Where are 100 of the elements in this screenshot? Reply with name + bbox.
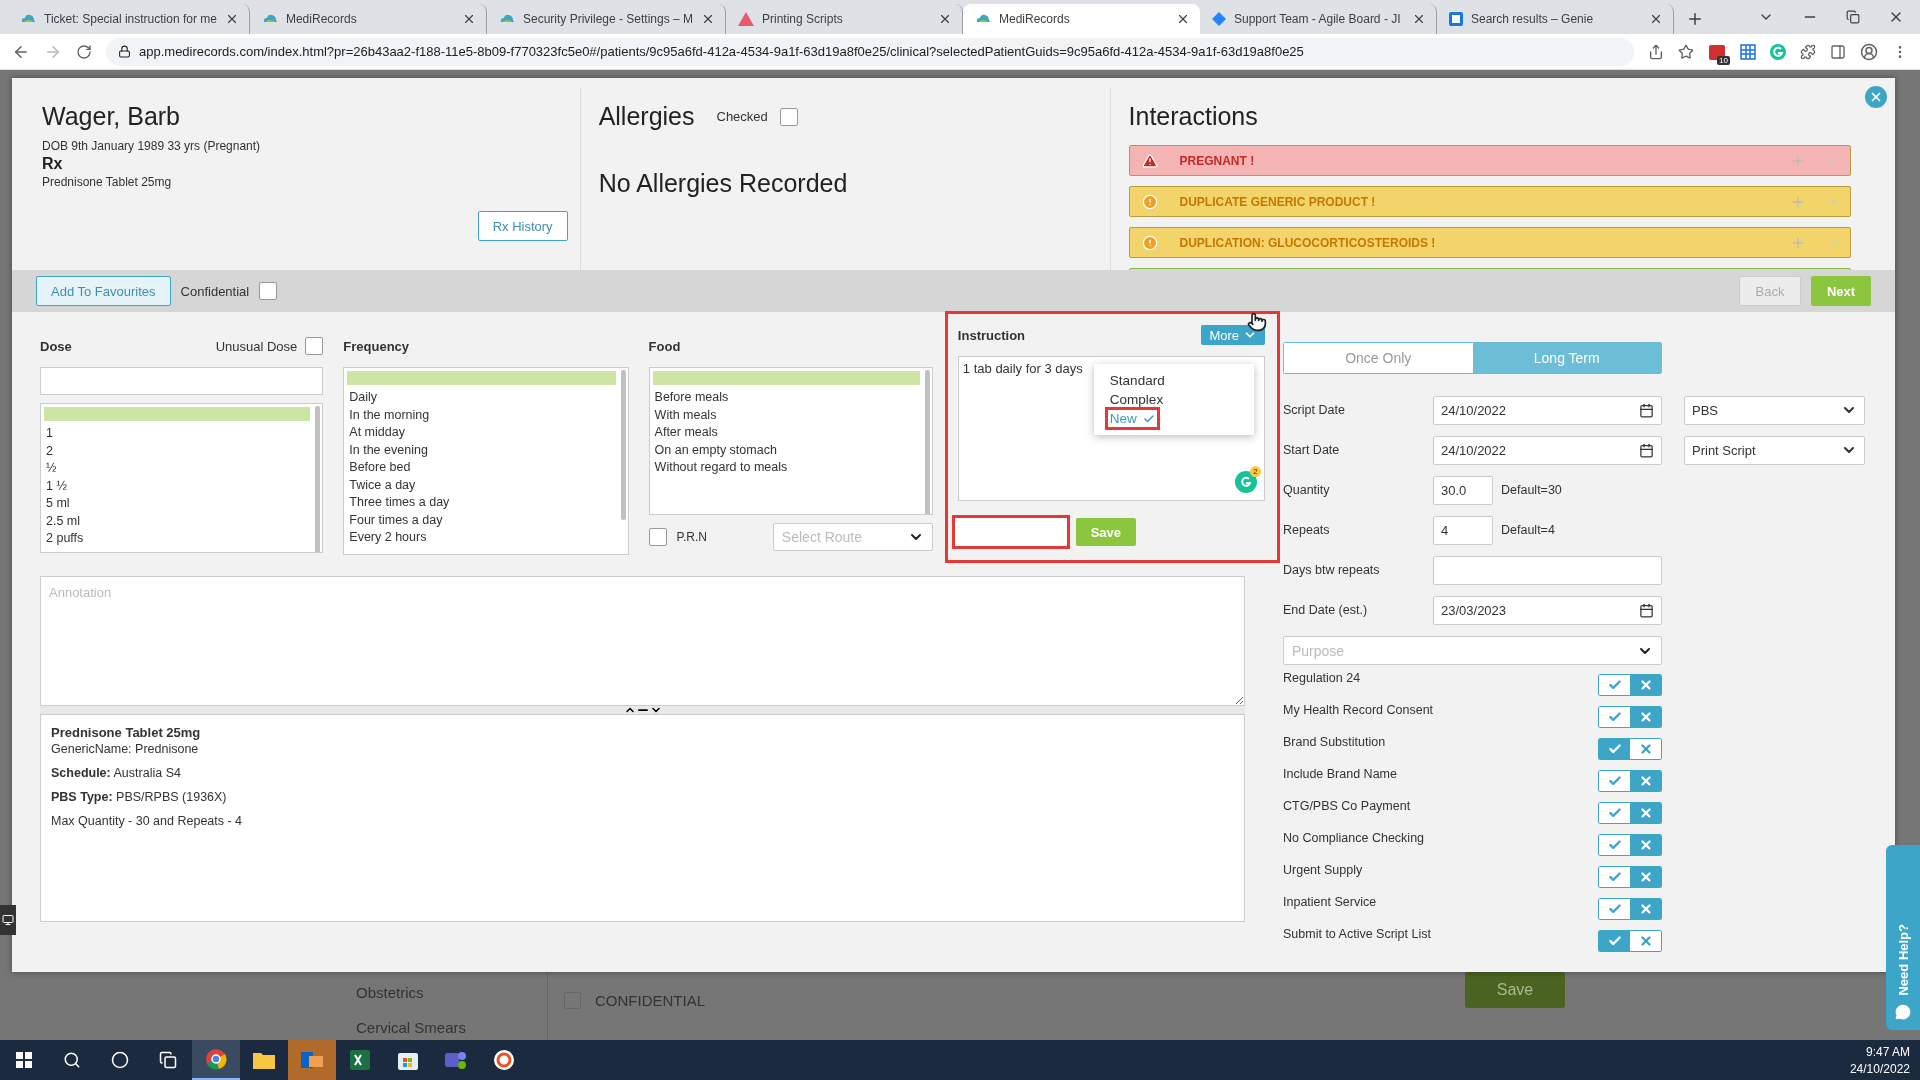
list-option[interactable]: Every 2 hours: [347, 529, 616, 547]
dose-input[interactable]: [40, 367, 324, 395]
store-icon[interactable]: [398, 1050, 418, 1070]
start-icon[interactable]: [16, 1052, 32, 1068]
rx-history-button[interactable]: Rx History: [477, 211, 568, 241]
exclamation-circle-icon: [1141, 193, 1158, 210]
list-option[interactable]: In the evening: [347, 441, 616, 459]
dose-title: Dose: [40, 338, 72, 354]
checkbox[interactable]: [305, 337, 324, 355]
list-option[interactable]: At midday: [347, 424, 616, 442]
instruction-title: Instruction: [957, 327, 1026, 343]
tab-title: Search results – Genie: [1471, 12, 1595, 26]
extensions-icon[interactable]: [1800, 43, 1816, 60]
close-icon[interactable]: [1412, 12, 1426, 26]
menu-item[interactable]: Complex: [1107, 391, 1166, 408]
scrollbar-thumb[interactable]: [620, 370, 626, 520]
taskbar-button[interactable]: [192, 1040, 240, 1080]
star-icon[interactable]: [1678, 43, 1694, 60]
yes-no-toggle[interactable]: [1598, 674, 1662, 696]
yes-no-toggle[interactable]: [1598, 802, 1662, 824]
close-icon[interactable]: [938, 12, 952, 26]
list-option[interactable]: Before bed: [347, 459, 616, 477]
restore-icon[interactable]: [1846, 10, 1860, 24]
close-icon[interactable]: [1649, 12, 1663, 26]
close-icon[interactable]: [701, 12, 715, 26]
print-option-select[interactable]: Print Script: [1684, 435, 1865, 465]
instruction-name-input[interactable]: [951, 515, 1070, 549]
yes-no-toggle[interactable]: [1598, 866, 1662, 888]
team-chat-icon[interactable]: [445, 1050, 467, 1070]
address-field[interactable]: app.medirecords.com/index.html?pr=26b43aa2-f188-11e5-8b09-f770323fc5e0#/patients/9c95a6fd-412a-4534-9a1f-63d19a8f0e25/clinical?selectedPatientGuids=9c95a6fd-412a-4534-9a1f-63d19a8f0e25: [106, 37, 1634, 66]
yes-no-toggle[interactable]: [1598, 834, 1662, 856]
spreadsheet-app-icon[interactable]: [350, 1050, 370, 1070]
grid-extension-icon[interactable]: [1740, 43, 1756, 60]
letter-g-circle-icon[interactable]: [1235, 471, 1257, 493]
list-option[interactable]: 1: [44, 425, 311, 443]
reload-icon[interactable]: [76, 43, 92, 60]
list-option[interactable]: In the morning: [347, 406, 616, 424]
option-list[interactable]: Daily In the morning At midday In the evening Before bed Twice a day Three times a day Four times a day Every 2 hours: [343, 367, 629, 555]
side-tab[interactable]: [0, 905, 16, 935]
option-list[interactable]: 1 2 ½ 1 ½ 5 ml 2.5 ml 2 puffs: [40, 403, 324, 553]
list-option[interactable]: 2 puffs: [44, 530, 311, 548]
repeats-field[interactable]: 4: [1433, 515, 1493, 545]
calendar-icon[interactable]: [1639, 602, 1654, 618]
date-field[interactable]: 23/03/2023: [1433, 595, 1662, 625]
splitter-handle[interactable]: [40, 706, 1245, 714]
script-type-select[interactable]: PBS: [1684, 395, 1865, 425]
list-option[interactable]: 2: [44, 442, 311, 460]
calendar-icon[interactable]: [1639, 402, 1654, 418]
scrollbar-thumb[interactable]: [315, 406, 321, 552]
app-icon[interactable]: [493, 1049, 515, 1071]
check-icon: [1607, 838, 1622, 852]
date-field[interactable]: 24/10/2022: [1433, 395, 1662, 425]
new-tab-icon[interactable]: [1686, 10, 1704, 28]
side-panel-icon[interactable]: [1830, 43, 1846, 60]
list-option[interactable]: 1 ½: [44, 477, 311, 495]
circle-icon[interactable]: [111, 1051, 129, 1069]
list-option[interactable]: With meals: [652, 406, 920, 424]
menu-item[interactable]: Standard: [1107, 372, 1167, 389]
confidential-label: Confidential: [180, 283, 250, 299]
yes-no-toggle[interactable]: [1598, 898, 1662, 920]
close-button[interactable]: [1865, 86, 1887, 108]
folder-icon[interactable]: [253, 1051, 275, 1069]
circle-extension-icon[interactable]: [1770, 43, 1786, 60]
date-field[interactable]: 24/10/2022: [1433, 435, 1662, 465]
scrollbar-thumb[interactable]: [924, 370, 930, 514]
yes-no-toggle[interactable]: [1598, 930, 1662, 952]
list-option[interactable]: On an empty stomach: [652, 441, 920, 459]
list-option[interactable]: ½: [44, 460, 311, 478]
checkbox[interactable]: [259, 282, 278, 300]
list-option[interactable]: Three times a day: [347, 494, 616, 512]
option-list[interactable]: Before meals With meals After meals On an empty stomach Without regard to meals: [648, 367, 933, 515]
taskbar-button[interactable]: [288, 1040, 336, 1080]
list-option[interactable]: 2.5 ml: [44, 512, 311, 530]
annotation-field[interactable]: Annotation: [40, 576, 1245, 706]
task-view-icon[interactable]: [159, 1051, 177, 1069]
list-option[interactable]: Before meals: [652, 389, 920, 407]
checkbox[interactable]: [648, 528, 667, 546]
close-icon[interactable]: [1176, 12, 1190, 26]
quantity-field[interactable]: 30.0: [1433, 475, 1493, 505]
yes-no-toggle[interactable]: [1598, 706, 1662, 728]
extension-badge: 10: [1717, 55, 1730, 65]
checkbox[interactable]: [779, 107, 798, 126]
days-field[interactable]: [1433, 555, 1662, 585]
share-icon[interactable]: [1648, 43, 1664, 60]
list-option[interactable]: Without regard to meals: [652, 459, 920, 477]
list-option[interactable]: Twice a day: [347, 476, 616, 494]
list-option[interactable]: After meals: [652, 424, 920, 442]
search-icon[interactable]: [63, 1051, 81, 1069]
tab-title: Ticket: Special instruction for me: [44, 12, 217, 26]
yes-no-toggle[interactable]: [1598, 770, 1662, 792]
yes-no-toggle[interactable]: [1598, 738, 1662, 760]
drug-info-line: Schedule: Australia S4: [51, 766, 182, 780]
list-option[interactable]: Daily: [347, 389, 616, 407]
calendar-icon[interactable]: [1639, 442, 1654, 458]
option-label: No Compliance Checking: [1283, 831, 1425, 845]
browser-tab[interactable]: MediRecords: [963, 4, 1200, 34]
profile-icon[interactable]: [1860, 42, 1878, 61]
list-option[interactable]: 5 ml: [44, 495, 311, 513]
list-option[interactable]: Four times a day: [347, 511, 616, 529]
cross-icon: [1638, 742, 1653, 756]
